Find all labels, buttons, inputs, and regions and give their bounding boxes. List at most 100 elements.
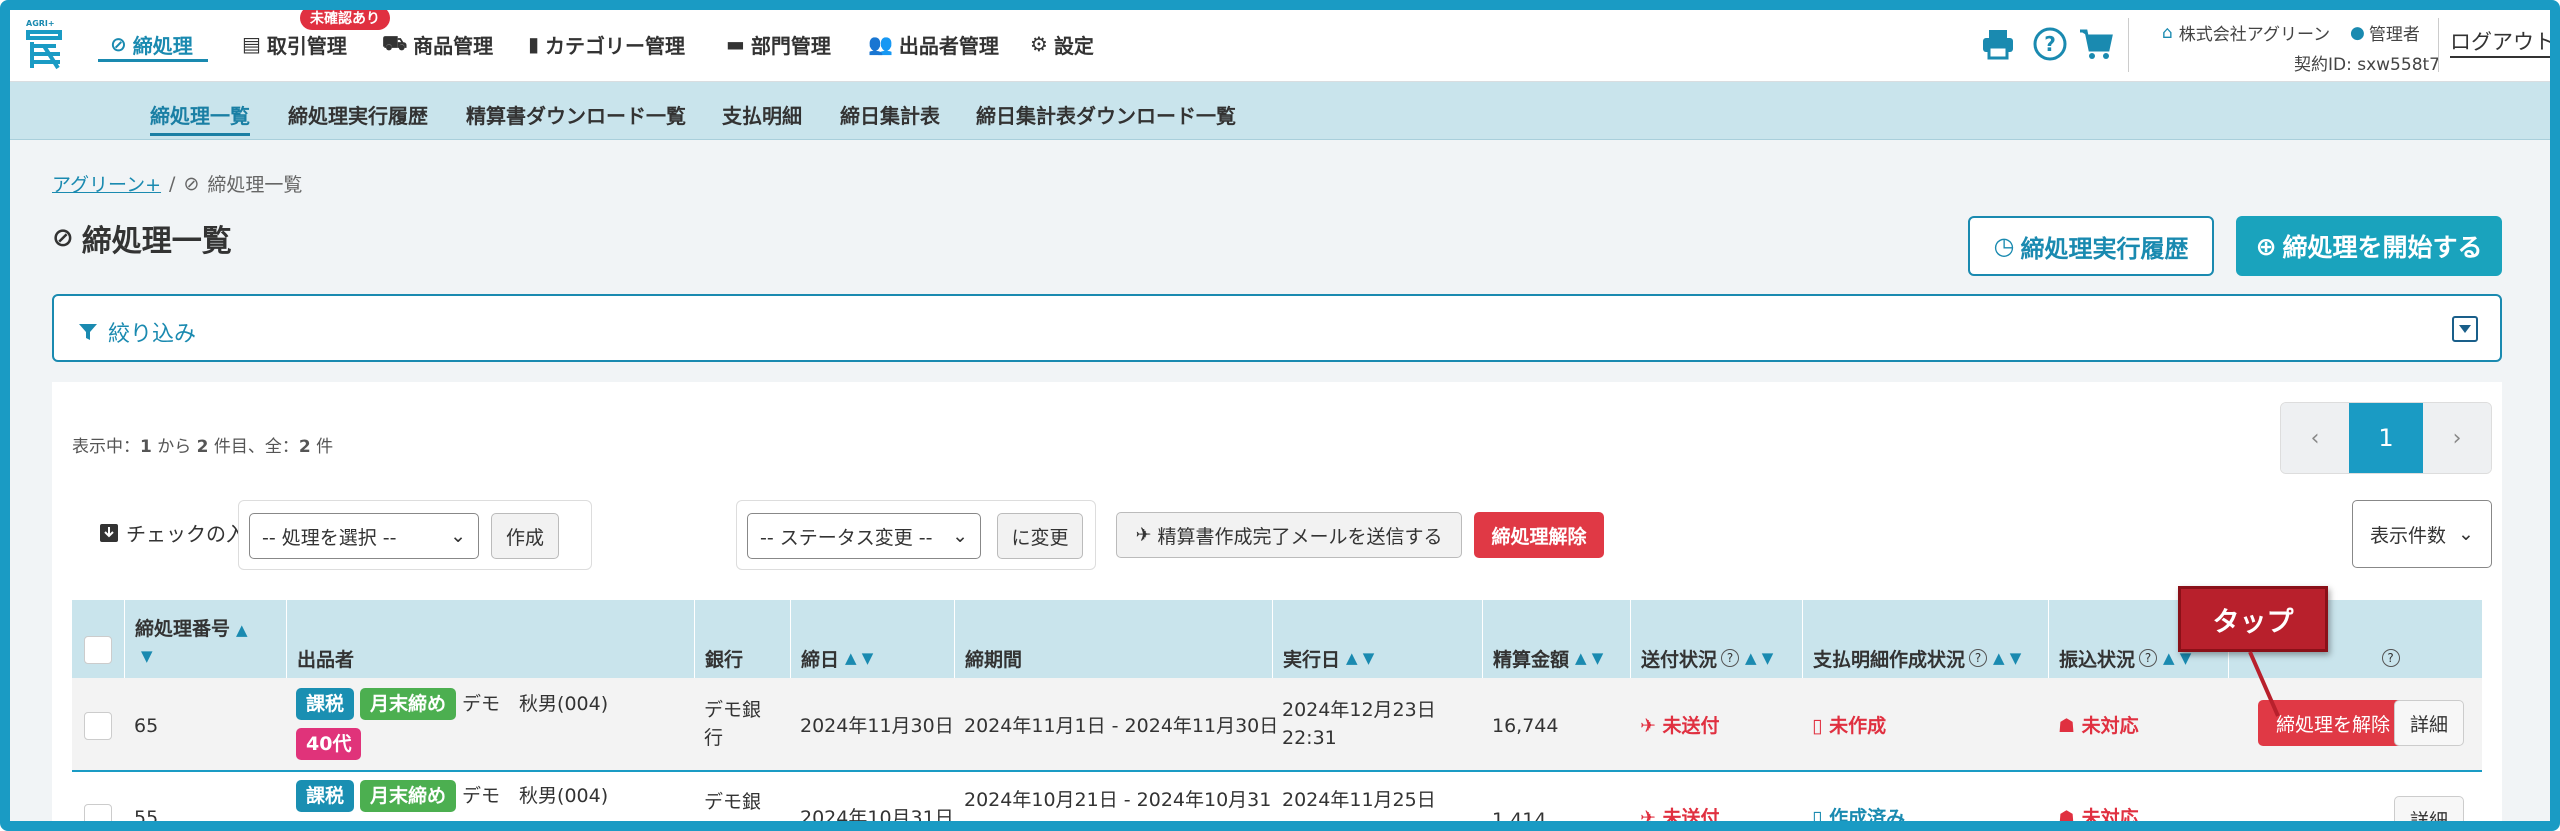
cell-period: 2024年10月21日 - 2024年10月31 bbox=[964, 789, 1272, 811]
filter-panel[interactable]: 絞り込み bbox=[52, 294, 2502, 362]
cell-period: 2024年11月1日 - 2024年11月30日 bbox=[964, 715, 1279, 737]
action-select[interactable]: -- 処理を選択 -- ⌄ bbox=[249, 513, 479, 559]
agri-logo[interactable]: AGRI+ bbox=[20, 16, 68, 72]
sort-icon: ▲ ▼ bbox=[1993, 649, 2022, 667]
bookmark-icon: ▮ bbox=[528, 32, 540, 56]
printer-icon[interactable] bbox=[1980, 26, 2016, 62]
table-row: 65 課税 月末締め デモ 秋男(004) 40代 デモ銀 行 2024年11月30… bbox=[72, 678, 2482, 772]
help-icon[interactable]: ? bbox=[2032, 26, 2068, 62]
create-button[interactable]: 作成 bbox=[491, 513, 559, 559]
header-send-status[interactable]: 送付状況? ▲ ▼ bbox=[1630, 600, 1802, 678]
paper-plane-icon: ✈ bbox=[1640, 715, 1656, 737]
logout-link[interactable]: ログアウト bbox=[2450, 26, 2550, 58]
change-status-button[interactable]: に変更 bbox=[997, 513, 1083, 559]
row-checkbox[interactable] bbox=[84, 712, 112, 740]
row-detail-button[interactable]: 詳細 bbox=[2394, 796, 2464, 821]
check-circle-icon: ⊘ bbox=[52, 223, 74, 253]
unconfirmed-badge: 未確認あり bbox=[300, 10, 390, 30]
unlock-close-button[interactable]: 締処理解除 bbox=[1474, 512, 1604, 558]
cell-send-status: ✈ 未送付 bbox=[1640, 715, 1720, 737]
tag-taxable: 課税 bbox=[296, 688, 355, 720]
subnav-statement-downloads[interactable]: 精算書ダウンロード一覧 bbox=[466, 100, 686, 129]
users-icon: 👥 bbox=[868, 32, 893, 56]
divider bbox=[2438, 18, 2439, 72]
cell-bank: デモ銀 bbox=[704, 791, 762, 813]
help-icon[interactable]: ? bbox=[1721, 649, 1740, 667]
pager-prev[interactable]: ‹ bbox=[2281, 403, 2349, 473]
pager-next[interactable]: › bbox=[2423, 403, 2491, 473]
contract-id: 契約ID: sxw558t7 bbox=[2294, 55, 2440, 75]
file-icon: ▯ bbox=[1812, 807, 1823, 829]
subnav-summary-downloads[interactable]: 締日集計表ダウンロード一覧 bbox=[976, 100, 1236, 129]
nav-categories[interactable]: ▮ カテゴリー管理 bbox=[528, 24, 685, 64]
nav-settings[interactable]: ⚙ 設定 bbox=[1030, 24, 1094, 64]
row-detail-button[interactable]: 詳細 bbox=[2394, 700, 2464, 746]
nav-sellers[interactable]: 👥 出品者管理 bbox=[868, 24, 999, 64]
cell-number: 55 bbox=[134, 807, 159, 829]
handshake-icon: ☗ bbox=[2058, 807, 2076, 829]
subnav-close-list[interactable]: 締処理一覧 bbox=[150, 100, 250, 136]
nav-departments[interactable]: ▬ 部門管理 bbox=[726, 24, 831, 64]
page-title: ⊘ 締処理一覧 bbox=[52, 223, 232, 259]
header-close-date[interactable]: 締日 ▲ ▼ bbox=[790, 600, 954, 678]
cell-close-date: 2024年10月31日 bbox=[800, 807, 954, 829]
caret-down-icon[interactable] bbox=[2452, 316, 2478, 342]
folder-icon: ▬ bbox=[726, 32, 745, 56]
send-mail-button[interactable]: ✈ 精算書作成完了メールを送信する bbox=[1116, 512, 1462, 558]
filter-icon bbox=[79, 324, 97, 340]
tag-age: 40代 bbox=[296, 728, 362, 760]
help-icon[interactable]: ? bbox=[2381, 649, 2400, 667]
tap-callout: タップ bbox=[2178, 586, 2328, 652]
cell-amount: 16,744 bbox=[1492, 715, 1559, 737]
status-select[interactable]: -- ステータス変更 -- ⌄ bbox=[747, 513, 981, 559]
close-history-button[interactable]: ◷ 締処理実行履歴 bbox=[1968, 216, 2214, 276]
breadcrumb-root-link[interactable]: アグリーン+ bbox=[52, 170, 161, 197]
per-page-select[interactable]: 表示件数 ⌄ bbox=[2352, 500, 2492, 568]
cart-icon[interactable] bbox=[2078, 26, 2114, 62]
sort-icon: ▲ ▼ bbox=[1575, 649, 1604, 667]
sort-icon: ▲ ▼ bbox=[1346, 649, 1375, 667]
download-box-icon bbox=[100, 523, 118, 542]
cell-number: 65 bbox=[134, 715, 159, 737]
sort-desc-icon: ▼ bbox=[141, 646, 153, 665]
cell-seller: 課税 月末締め デモ 秋男(004) bbox=[296, 780, 608, 812]
nav-close-processing[interactable]: ⊘ 締処理 bbox=[110, 24, 193, 64]
check-circle-icon: ⊘ bbox=[110, 32, 127, 56]
cell-close-date: 2024年11月30日 bbox=[800, 715, 954, 737]
chevron-down-icon: ⌄ bbox=[450, 525, 466, 547]
user-icon: ● bbox=[2350, 22, 2365, 43]
plus-circle-icon: ⊕ bbox=[2255, 231, 2277, 261]
paper-plane-icon: ✈ bbox=[1640, 807, 1656, 829]
pagination: ‹ 1 › bbox=[2280, 402, 2492, 474]
cell-transfer-status: ☗ 未対応 bbox=[2058, 807, 2139, 829]
result-count: 表示中：1 から 2 件目、全：2 件 bbox=[72, 437, 334, 457]
subnav-payment-details[interactable]: 支払明細 bbox=[722, 100, 802, 129]
help-icon[interactable]: ? bbox=[1969, 649, 1988, 667]
table-row: 55 課税 月末締め デモ 秋男(004) デモ銀 2024年10月31日 2024… bbox=[72, 774, 2482, 829]
sort-icon: ▲ ▼ bbox=[845, 649, 874, 667]
header-seller: 出品者 bbox=[286, 600, 694, 678]
pager-page-1[interactable]: 1 bbox=[2349, 403, 2423, 473]
filter-label: 絞り込み bbox=[78, 316, 196, 348]
help-icon[interactable]: ? bbox=[2139, 649, 2158, 667]
nav-products[interactable]: ⛟ 商品管理 bbox=[382, 24, 493, 64]
table-header: 締処理番号 ▲ ▼ 出品者 銀行 締日 ▲ ▼ 締期間 実行日 ▲ ▼ 精算金額 ▲ ▼… bbox=[72, 600, 2482, 678]
nav-transactions[interactable]: ▤ 取引管理 bbox=[242, 24, 347, 64]
header-statement-status[interactable]: 支払明細作成状況? ▲ ▼ bbox=[1802, 600, 2048, 678]
nav-active-underline bbox=[98, 59, 208, 62]
basket-icon: ⛟ bbox=[382, 30, 408, 55]
header-exec-date[interactable]: 実行日 ▲ ▼ bbox=[1272, 600, 1482, 678]
tag-month-end: 月末締め bbox=[360, 688, 457, 720]
start-close-button[interactable]: ⊕ 締処理を開始する bbox=[2236, 216, 2502, 276]
cell-exec-date: 2024年12月23日 22:31 bbox=[1282, 699, 1436, 749]
subnav-closing-summary[interactable]: 締日集計表 bbox=[840, 100, 940, 129]
row-checkbox[interactable] bbox=[84, 804, 112, 821]
paper-plane-icon: ✈ bbox=[1135, 524, 1152, 546]
action-group: -- 処理を選択 -- ⌄ 作成 bbox=[238, 500, 592, 570]
sub-navigation: 締処理一覧 締処理実行履歴 精算書ダウンロード一覧 支払明細 締日集計表 締日集… bbox=[10, 82, 2550, 140]
header-amount[interactable]: 精算金額 ▲ ▼ bbox=[1482, 600, 1630, 678]
header-number[interactable]: 締処理番号 ▲ ▼ bbox=[124, 600, 286, 678]
subnav-close-history[interactable]: 締処理実行履歴 bbox=[288, 100, 428, 129]
select-all-checkbox[interactable] bbox=[84, 636, 112, 664]
chevron-down-icon: ⌄ bbox=[2458, 523, 2474, 545]
